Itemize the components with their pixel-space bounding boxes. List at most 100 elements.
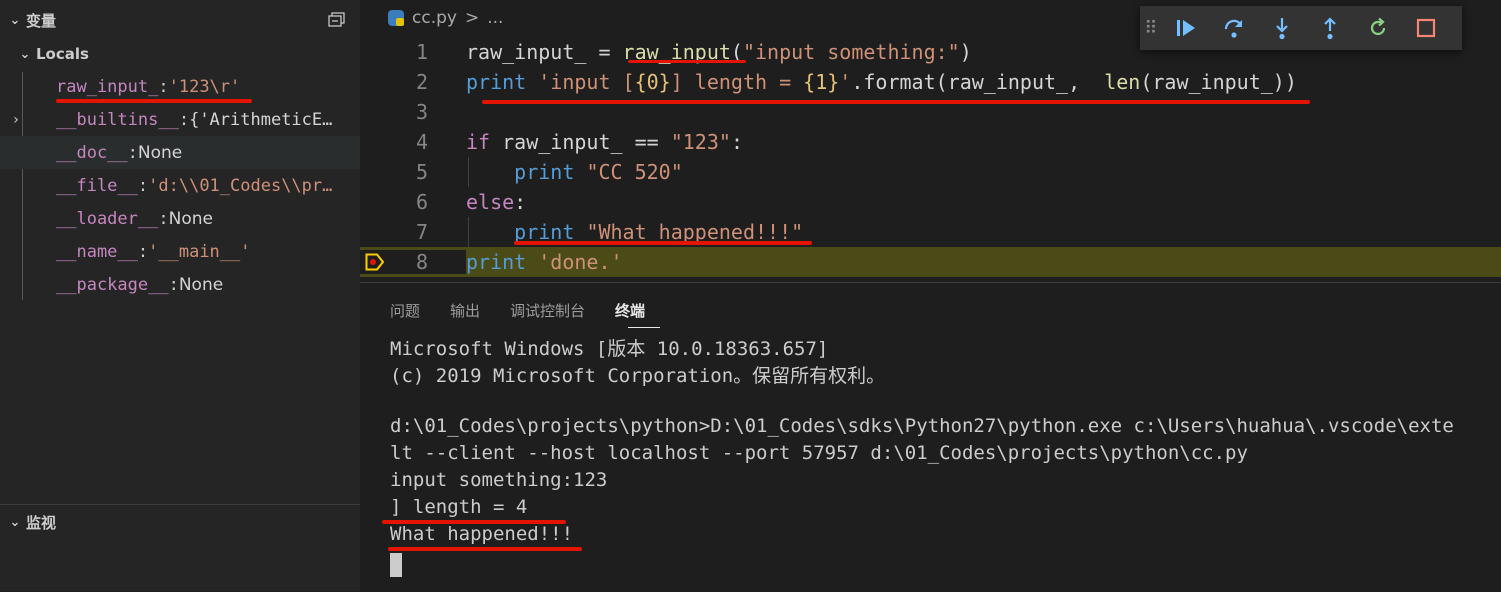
variable-row[interactable]: __doc__ : None: [0, 136, 360, 169]
variable-row[interactable]: __loader__ : None: [0, 202, 360, 235]
variables-title: 变量: [26, 11, 57, 30]
step-out-button[interactable]: [1306, 6, 1354, 50]
code-token: print: [466, 70, 527, 94]
variable-name: raw_input_: [56, 76, 159, 97]
code-line[interactable]: 3: [360, 97, 1501, 127]
collapse-all-icon[interactable]: [328, 12, 346, 32]
restart-button[interactable]: [1354, 6, 1402, 50]
code-token: len: [1104, 70, 1141, 94]
panel-tabs: 问题 输出 调试控制台 终端: [390, 300, 645, 321]
watch-title: 监视: [26, 513, 57, 532]
red-annotation-underline: [388, 547, 582, 551]
watch-section-header[interactable]: ⌄ 监视: [0, 505, 360, 539]
variable-row[interactable]: __name__ : '__main__': [0, 235, 360, 268]
code-line[interactable]: 4 if raw_input_ == "123":: [360, 127, 1501, 157]
line-number: 4: [415, 130, 428, 154]
locals-label: Locals: [36, 45, 89, 63]
variable-value: {'ArithmeticE…: [189, 109, 333, 130]
terminal-line: input something:123: [390, 469, 608, 491]
code-token: ': [839, 70, 852, 94]
red-annotation-underline: [628, 60, 746, 63]
red-annotation-underline: [514, 241, 812, 245]
variable-value: None: [178, 274, 224, 295]
bottom-panel: 问题 输出 调试控制台 终端 Microsoft Windows [版本 10.…: [360, 282, 1501, 592]
variable-row[interactable]: __package__ : None: [0, 268, 360, 301]
variable-row[interactable]: __file__ : 'd:\\01_Codes\\pr…: [0, 169, 360, 202]
variables-section-header[interactable]: ⌄ 变量: [0, 3, 360, 37]
debug-current-line-icon[interactable]: [365, 253, 385, 275]
code-token: print: [514, 160, 575, 184]
breadcrumb-more[interactable]: ...: [487, 8, 503, 28]
tab-terminal[interactable]: 终端: [615, 300, 645, 321]
code-token: "CC 520": [586, 160, 683, 184]
step-over-button[interactable]: [1210, 6, 1258, 50]
step-into-button[interactable]: [1258, 6, 1306, 50]
step-out-icon: [1324, 17, 1336, 40]
variable-value: 'd:\\01_Codes\\pr…: [148, 175, 333, 196]
drag-handle-icon[interactable]: ⠿: [1140, 18, 1162, 39]
code-token: 'input [: [526, 70, 635, 94]
breadcrumb-file[interactable]: cc.py: [412, 8, 457, 28]
variable-value: None: [137, 142, 183, 163]
variable-row[interactable]: › __builtins__ : {'ArithmeticE…: [0, 103, 360, 136]
line-number: 5: [415, 160, 428, 184]
step-over-icon: [1224, 19, 1242, 38]
code-token: =: [586, 40, 623, 64]
variable-value: None: [168, 208, 213, 229]
line-number: 2: [415, 70, 428, 94]
code-token: raw_input_ ==: [490, 130, 671, 154]
code-line[interactable]: 5 print "CC 520": [360, 157, 1501, 187]
code-token: :: [514, 190, 527, 214]
code-token: ): [959, 40, 972, 64]
tab-output[interactable]: 输出: [450, 300, 480, 321]
active-tab-indicator: [628, 327, 660, 328]
code-line[interactable]: 2 print 'input [{0}] length = {1} ' .forma…: [360, 67, 1501, 97]
code-token: 'done.': [538, 250, 623, 274]
chevron-down-icon: ⌄: [9, 514, 21, 530]
terminal-line: d:\01_Codes\projects\python>D:\01_Codes\…: [390, 415, 1454, 437]
terminal-line: lt --client --host localhost --port 5795…: [390, 442, 1248, 464]
variable-name: __builtins__: [56, 109, 179, 130]
indent-guide: [468, 157, 469, 187]
terminal-line: ] length = 4: [390, 496, 528, 518]
code-token: {0}: [634, 70, 671, 94]
stop-icon: [1416, 18, 1436, 38]
terminal-line: Microsoft Windows [版本 10.0.18363.657]: [390, 338, 829, 360]
breadcrumb: cc.py > ...: [388, 8, 503, 28]
code-token: ] length =: [670, 70, 804, 94]
chevron-down-icon: ⌄: [19, 46, 31, 62]
code-token: raw_input_: [466, 40, 587, 64]
variable-name: __doc__: [56, 142, 128, 163]
variable-value: '123\r': [168, 76, 241, 97]
terminal-line: What happened!!!: [390, 523, 574, 545]
continue-button[interactable]: [1162, 6, 1210, 50]
variable-name: __package__: [56, 274, 169, 295]
variable-value: '__main__': [148, 241, 251, 262]
step-into-icon: [1276, 18, 1288, 40]
debug-toolbar: ⠿: [1140, 6, 1462, 50]
current-execution-line[interactable]: 8 print 'done.': [360, 247, 1501, 277]
tab-debug-console[interactable]: 调试控制台: [510, 300, 585, 321]
code-token: :: [730, 130, 743, 154]
stop-button[interactable]: [1402, 6, 1450, 50]
tab-problems[interactable]: 问题: [390, 300, 420, 321]
continue-icon: [1177, 20, 1195, 36]
line-number: 6: [415, 190, 428, 214]
code-token: if: [466, 130, 491, 154]
code-token: print: [466, 250, 527, 274]
line-number: 7: [415, 220, 428, 244]
restart-icon: [1370, 17, 1386, 36]
code-line[interactable]: 6 else:: [360, 187, 1501, 217]
chevron-right-icon[interactable]: ›: [0, 112, 32, 128]
code-token: {1}: [803, 70, 840, 94]
code-token: .format(raw_input_,: [851, 70, 1105, 94]
locals-scope[interactable]: ⌄ Locals: [0, 38, 360, 70]
python-file-icon: [388, 10, 404, 26]
indent-guide: [468, 217, 469, 247]
line-number: 3: [415, 100, 428, 124]
code-token: "input something:": [742, 40, 960, 64]
code-token: "123": [670, 130, 731, 154]
